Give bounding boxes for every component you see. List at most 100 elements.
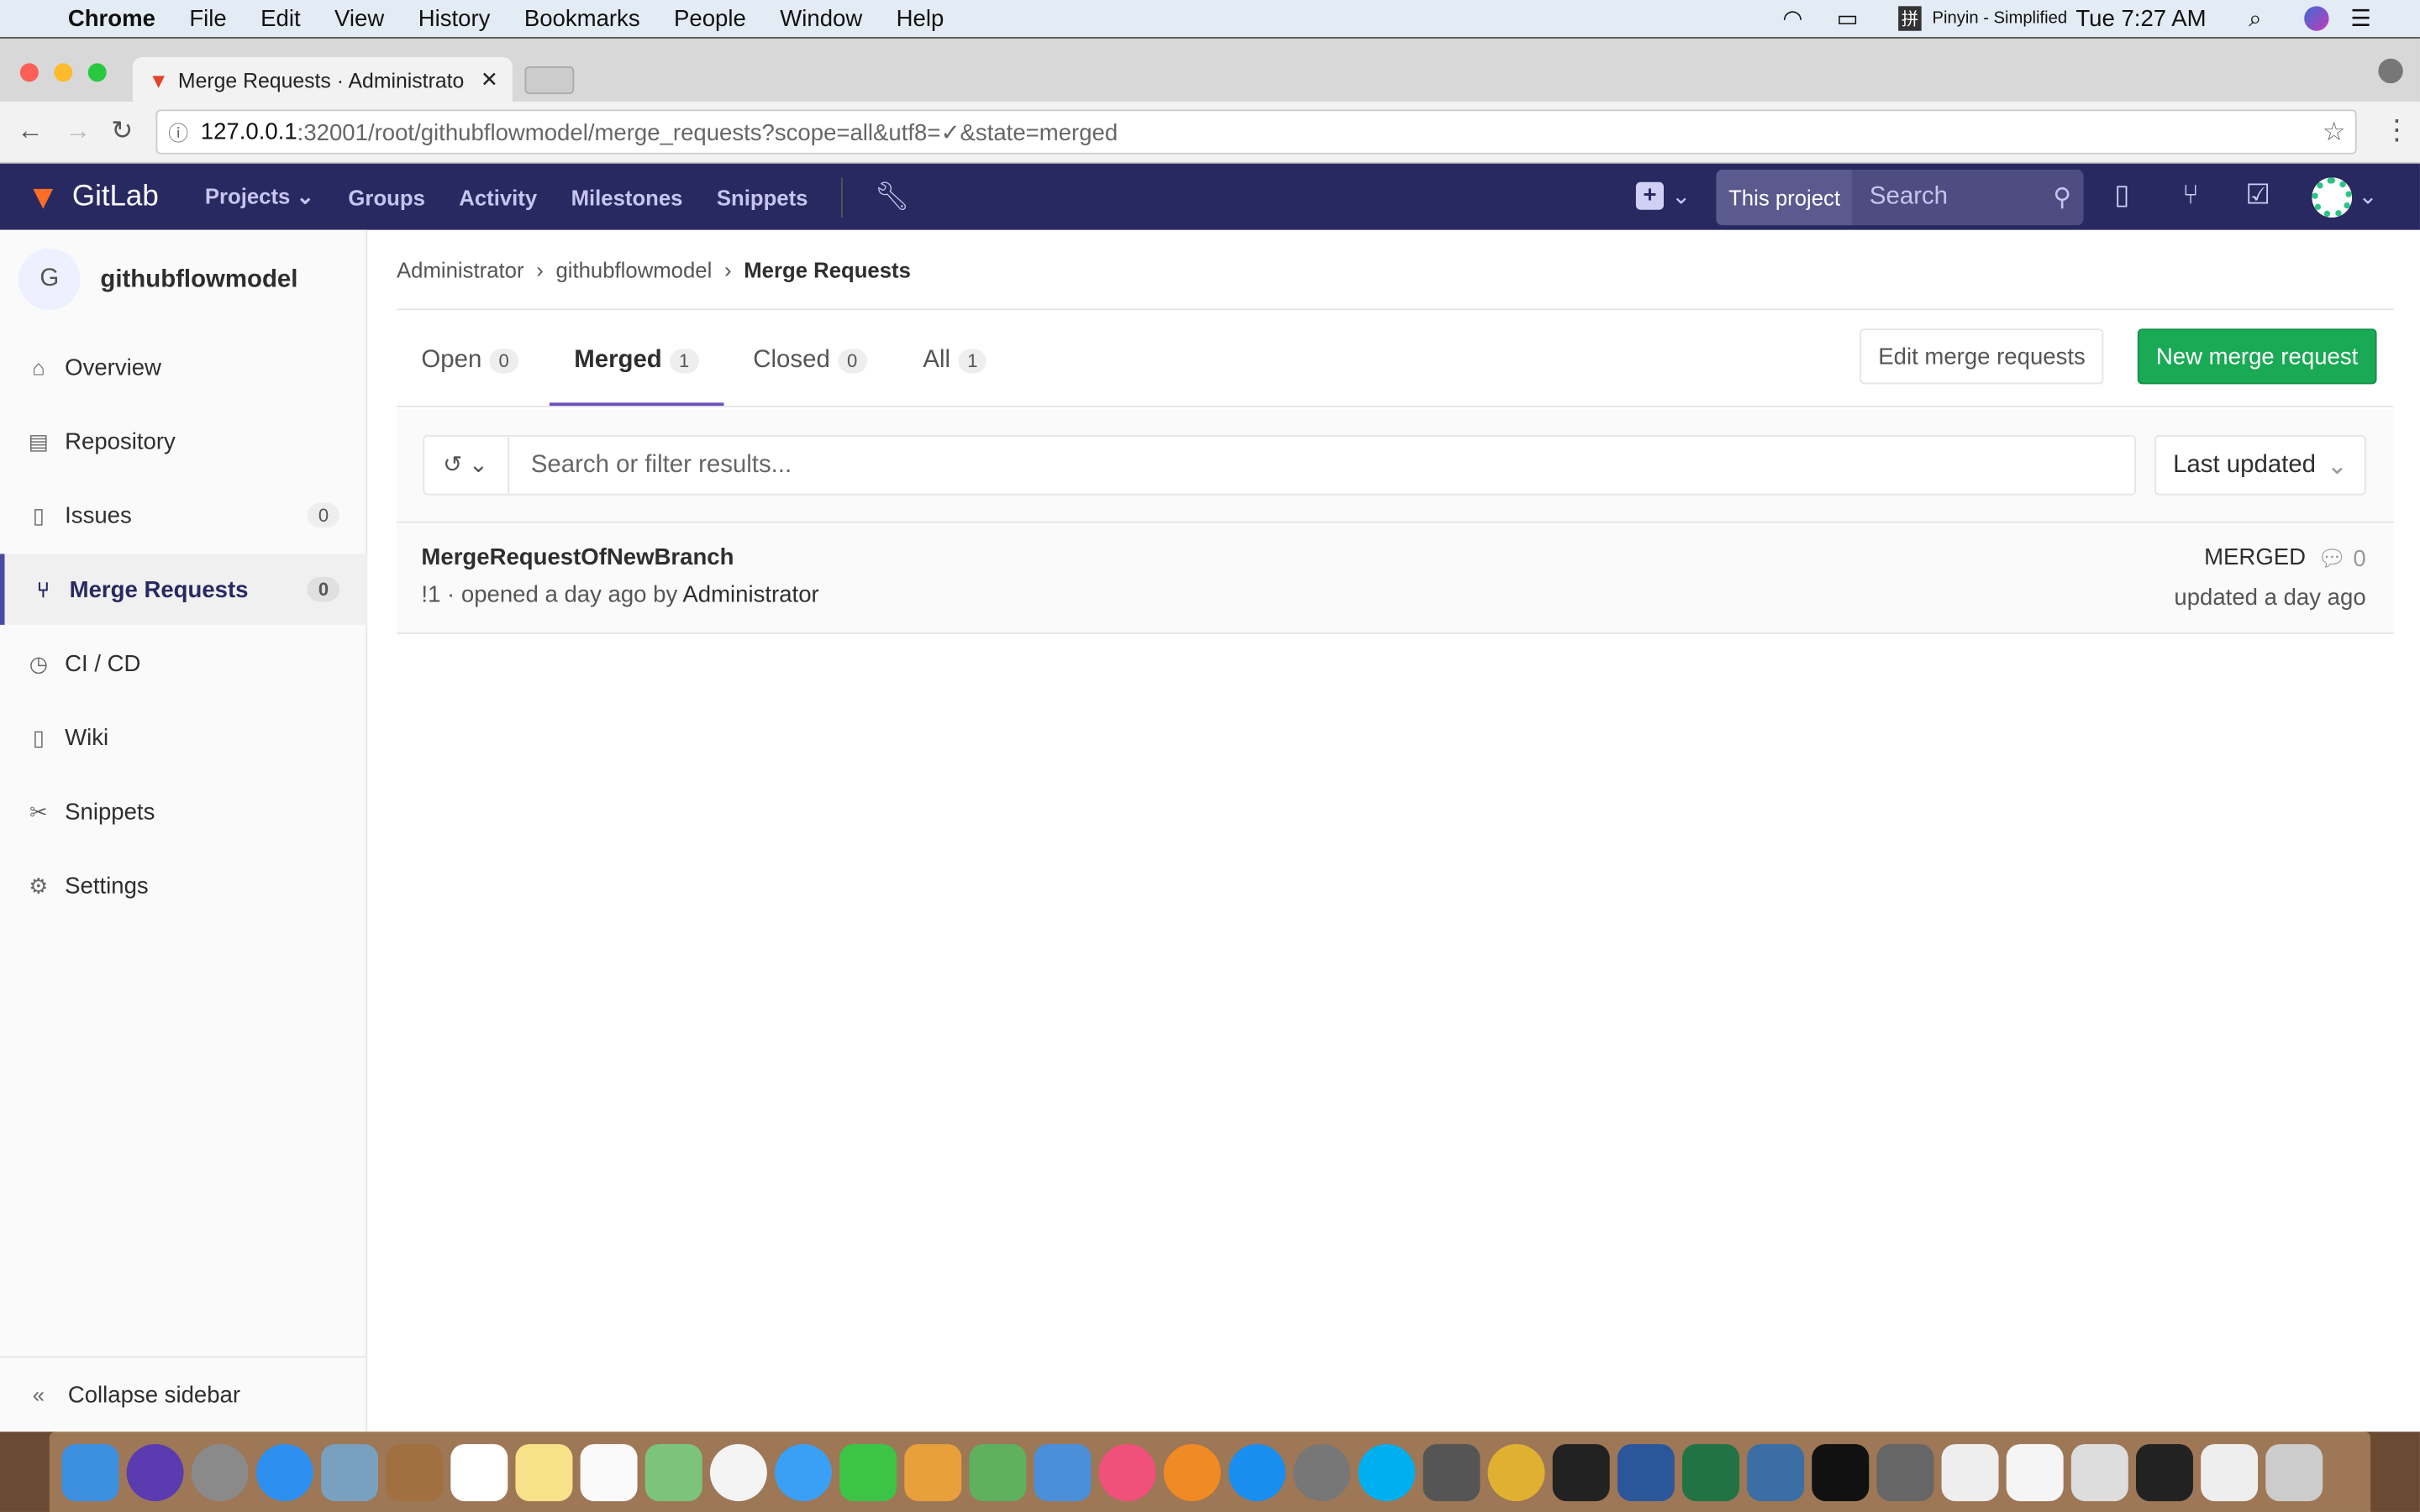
keynote-icon[interactable] (1034, 1443, 1092, 1501)
ibooks-icon[interactable] (1163, 1443, 1221, 1501)
chrome-menu-icon[interactable]: ⋮ (2383, 114, 2411, 147)
sidebar-item-wiki[interactable]: ▯ Wiki (0, 702, 367, 773)
menu-help[interactable]: Help (897, 5, 944, 31)
nav-milestones[interactable]: Milestones (571, 184, 683, 208)
chevron-down-icon[interactable]: ⌄ (2358, 182, 2377, 210)
tab-merged[interactable]: Merged 1 (549, 328, 723, 407)
recent-searches-history-icon[interactable]: ↺ ⌄ (424, 436, 510, 494)
issues-icon[interactable]: ▯ (2114, 179, 2129, 212)
spreadsheet-thumbnail-icon[interactable] (2070, 1443, 2128, 1501)
system-preferences-icon[interactable] (1293, 1443, 1351, 1501)
window-thumbnail-icon[interactable] (2135, 1443, 2193, 1501)
new-item-plus-icon[interactable]: + (1635, 181, 1664, 210)
comments-count[interactable]: 💬︎ 0 (2317, 544, 2366, 572)
safari-icon[interactable] (255, 1443, 313, 1501)
author-link[interactable]: Administrator (682, 581, 818, 607)
mail-icon[interactable] (321, 1443, 378, 1501)
nav-snippets[interactable]: Snippets (717, 184, 808, 208)
maps-icon[interactable] (644, 1443, 702, 1501)
sidebar-item-merge-requests[interactable]: ⑂ Merge Requests 0 (0, 554, 368, 625)
breadcrumb-admin[interactable]: Administrator (397, 258, 523, 282)
trash-icon[interactable] (2265, 1443, 2323, 1501)
close-tab-icon[interactable]: ✕ (481, 68, 498, 92)
contacts-icon[interactable] (386, 1443, 444, 1501)
nav-projects[interactable]: Projects ⌄ (205, 184, 314, 210)
nav-groups[interactable]: Groups (348, 184, 424, 208)
input-method-label[interactable]: Pinyin - Simplified (1933, 9, 2068, 28)
menu-app[interactable]: Chrome (68, 5, 155, 31)
user-avatar[interactable] (2312, 177, 2353, 218)
browser-tab[interactable]: ▼ Merge Requests · Administrato ✕ (132, 56, 513, 104)
menu-history[interactable]: History (418, 5, 491, 31)
sidebar-item-snippets[interactable]: ✂ Snippets (0, 776, 367, 847)
facetime-icon[interactable] (839, 1443, 897, 1501)
reminders-icon[interactable] (580, 1443, 638, 1501)
tab-closed[interactable]: Closed 0 (753, 347, 867, 375)
window-thumbnail-icon[interactable] (1876, 1443, 1934, 1501)
edit-merge-requests-button[interactable]: Edit merge requests (1860, 328, 2104, 385)
gitlab-brand[interactable]: GitLab (72, 180, 159, 213)
back-icon[interactable]: ← (17, 116, 43, 147)
input-method-icon[interactable]: 拼 (1898, 6, 1922, 31)
photos-icon[interactable] (709, 1443, 767, 1501)
profile-icon[interactable] (2378, 58, 2403, 84)
battery-icon[interactable]: ▭ (1837, 5, 1859, 32)
calendar-icon[interactable] (450, 1443, 508, 1501)
reload-icon[interactable]: ↻ (111, 116, 133, 147)
app-store-icon[interactable] (1228, 1443, 1286, 1501)
textedit-icon[interactable] (1941, 1443, 1999, 1501)
notes-icon[interactable] (515, 1443, 573, 1501)
minimize-window-button[interactable] (54, 63, 73, 82)
sidebar-item-settings[interactable]: ⚙ Settings (0, 850, 367, 921)
sort-dropdown[interactable]: Last updated ⌄ (2154, 434, 2366, 496)
close-window-button[interactable] (19, 63, 39, 82)
forward-icon[interactable]: → (65, 116, 91, 147)
terminal-icon[interactable] (1552, 1443, 1610, 1501)
admin-wrench-icon[interactable]: 🔧︎ (874, 181, 909, 213)
sidebar-item-ci-cd[interactable]: ◷ CI / CD (0, 628, 367, 699)
launchpad-icon[interactable] (191, 1443, 249, 1501)
tab-open[interactable]: Open 0 (421, 347, 518, 375)
merge-requests-icon[interactable]: ⑂ (2182, 179, 2199, 212)
siri-icon[interactable] (2304, 6, 2329, 31)
spotlight-icon[interactable]: ⌕ (2249, 5, 2261, 31)
menu-bookmarks[interactable]: Bookmarks (524, 5, 640, 31)
menu-edit[interactable]: Edit (260, 5, 300, 31)
pages-icon[interactable] (904, 1443, 962, 1501)
collapse-sidebar-button[interactable]: «Collapse sidebar (0, 1356, 368, 1431)
chevron-down-icon[interactable]: ⌄ (1671, 182, 1691, 210)
search-input[interactable]: Search (1870, 184, 1948, 212)
project-name[interactable]: githubflowmodel (100, 267, 297, 295)
nav-activity[interactable]: Activity (459, 184, 537, 208)
excel-icon[interactable] (1682, 1443, 1739, 1501)
sublime-text-icon[interactable] (1423, 1443, 1481, 1501)
siri-icon[interactable] (126, 1443, 184, 1501)
numbers-icon[interactable] (969, 1443, 1027, 1501)
menu-file[interactable]: File (189, 5, 226, 31)
merge-request-title[interactable]: MergeRequestOfNewBranch (421, 544, 734, 570)
bookmark-star-icon[interactable]: ☆ (2323, 117, 2346, 148)
address-bar[interactable]: ⓘ 127.0.0.1:32001/root/githubflowmodel/m… (155, 109, 2357, 155)
search-box[interactable]: This project Search ⚲ (1716, 170, 2084, 226)
notification-center-icon[interactable]: ☰ (2350, 5, 2371, 32)
gitlab-logo-icon[interactable]: ▼ (26, 176, 60, 217)
messages-icon[interactable] (775, 1443, 832, 1501)
finder-icon[interactable] (61, 1443, 119, 1501)
sidebar-item-issues[interactable]: ▯ Issues 0 (0, 480, 367, 550)
menu-view[interactable]: View (334, 5, 384, 31)
todos-icon[interactable]: ☑ (2245, 179, 2270, 212)
new-merge-request-button[interactable]: New merge request (2137, 328, 2377, 385)
wifi-icon[interactable]: ◠ (1782, 5, 1802, 32)
tab-all[interactable]: All 1 (923, 347, 987, 375)
menu-window[interactable]: Window (780, 5, 862, 31)
search-scope[interactable]: This project (1716, 170, 1853, 226)
window-thumbnail-icon[interactable] (2201, 1443, 2259, 1501)
zoom-window-button[interactable] (87, 63, 107, 82)
new-tab-button[interactable] (524, 66, 575, 95)
merge-request-ref[interactable]: !1 (421, 581, 440, 607)
virtualbox-icon[interactable] (1747, 1443, 1805, 1501)
itunes-icon[interactable] (1098, 1443, 1156, 1501)
filter-input[interactable]: ↺ ⌄ Search or filter results... (423, 434, 2136, 496)
breadcrumb-project[interactable]: githubflowmodel (555, 258, 712, 282)
clock[interactable]: Tue 7:27 AM (2075, 5, 2206, 31)
